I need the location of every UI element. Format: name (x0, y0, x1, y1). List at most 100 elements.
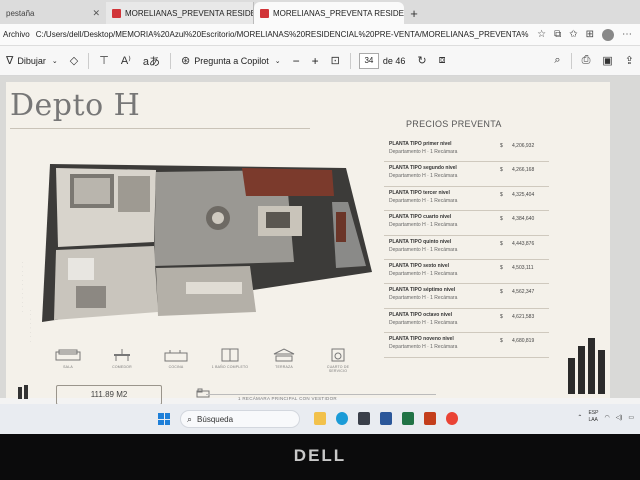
price-level-name: PLANTA TIPO segundo nivel (389, 165, 457, 172)
plus-icon: + (311, 53, 319, 68)
toolbar-divider (169, 52, 171, 69)
pen-icon: ∇ (6, 55, 14, 67)
bedroom-caption: 1 RECÁMARA PRINCIPAL CON VESTIDOR (238, 396, 337, 401)
volume-icon[interactable]: ◁) (616, 414, 623, 421)
eraser-button[interactable]: ◇ (64, 50, 84, 72)
system-tray: ⌃ ESP LAA ◠ ◁) ▭ (577, 410, 634, 424)
amenity-label: COMEDOR (112, 365, 132, 369)
share-icon: ⇪ (624, 55, 634, 67)
split-screen-icon[interactable]: ⧉ (554, 29, 561, 40)
language-indicator[interactable]: ESP LAA (588, 410, 598, 424)
toolbar-divider (570, 52, 572, 69)
price-unit: Departamento H · 1 Recámara (389, 295, 458, 302)
tab-previous[interactable]: pestaña ✕ (0, 2, 106, 24)
pdf-icon (260, 8, 269, 18)
price-level-name: PLANTA TIPO octavo nivel (389, 311, 453, 318)
favorite-star-icon[interactable]: ☆ (537, 29, 546, 40)
pdf-toolbar: ∇ Dibujar ⌄ ◇ ⊤ A⁾ aあ ⊛ Pregunta a Copil… (0, 46, 640, 76)
pdf-viewer[interactable]: Depto H · · · · · · · · · · · · · · · · … (0, 76, 640, 405)
zoom-out-button[interactable]: − (287, 50, 306, 72)
amenity-bathroom: 1 BAÑO COMPLETO (210, 348, 250, 369)
profile-avatar[interactable] (602, 28, 614, 41)
price-value: 4,206,932 (512, 143, 535, 149)
new-tab-button[interactable]: + (404, 2, 424, 24)
divider (206, 394, 436, 395)
battery-icon[interactable]: ▭ (628, 414, 634, 421)
read-aloud-button[interactable]: A⁾ (115, 50, 137, 72)
fit-page-button[interactable]: ⊡ (325, 50, 346, 72)
price-value: 4,621,583 (512, 313, 535, 320)
price-unit: Departamento H · 1 Recámara (389, 344, 458, 351)
floor-plan-image (42, 164, 372, 322)
vertical-caption: · · · · · · · · · · · · (20, 260, 25, 312)
close-icon[interactable]: ✕ (92, 8, 100, 19)
rotate-button[interactable]: ↻ (411, 50, 432, 72)
amenity-dining: COMEDOR (102, 348, 142, 369)
brand-logo (18, 385, 28, 399)
price-value: 4,266,168 (512, 167, 535, 174)
tab-pdf-1[interactable]: MORELIANAS_PREVENTA RESIDEN ✕ (106, 2, 254, 24)
text-box-button[interactable]: ⊤ (93, 50, 115, 72)
draw-label: Dibujar (17, 55, 46, 66)
taskbar-search[interactable]: ⌕ Búsqueda (180, 410, 300, 428)
tab-title: MORELIANAS_PREVENTA RESIDEN (125, 8, 254, 18)
more-options-icon[interactable]: ⋯ (622, 29, 632, 40)
price-list: PLANTA TIPO primer nivel Departamento H … (384, 138, 549, 358)
collections-icon[interactable]: ⊞ (586, 29, 594, 40)
dell-logo: DELL (293, 446, 347, 465)
store-icon[interactable] (358, 412, 370, 425)
amenity-service-room: CUARTO DE SERVICIO (318, 348, 358, 373)
search-placeholder: Búsqueda (197, 414, 234, 424)
chrome-icon[interactable] (446, 412, 458, 425)
address-url[interactable]: C:/Users/dell/Desktop/MEMORIA%20Azul%20E… (36, 30, 529, 39)
page-total: de 46 (382, 55, 406, 66)
price-unit: Departamento H · 1 Recámara (389, 319, 458, 326)
price-value: 4,562,347 (512, 289, 535, 296)
save-button[interactable]: ▣ (596, 50, 618, 72)
keyboard-layout: LAA (588, 417, 598, 423)
price-value: 4,443,876 (512, 240, 535, 247)
page-view-button[interactable]: ⧈ (433, 50, 452, 72)
chevron-up-icon[interactable]: ⌃ (577, 414, 582, 421)
zoom-in-button[interactable]: + (306, 50, 325, 72)
favorites-icon[interactable]: ✩ (569, 29, 577, 40)
acrobat-icon[interactable] (424, 412, 436, 425)
translate-button[interactable]: aあ (137, 50, 166, 72)
prices-heading: PRECIOS PREVENTA (406, 119, 502, 129)
tab-pdf-active[interactable]: MORELIANAS_PREVENTA RESIDE ✕ (254, 2, 404, 24)
price-level-name: PLANTA TIPO cuarto nivel (389, 214, 452, 221)
amenity-kitchen: COCINA (156, 348, 196, 369)
price-value: 4,680,819 (512, 338, 535, 345)
word-icon[interactable] (380, 412, 392, 425)
draw-button[interactable]: ∇ Dibujar ⌄ (0, 50, 64, 72)
copilot-button[interactable]: ⊛ Pregunta a Copilot ⌄ (175, 50, 287, 72)
eraser-icon: ◇ (69, 55, 79, 67)
price-level-name: PLANTA TIPO tercer nivel (389, 189, 450, 196)
print-button[interactable]: ⎙ (576, 50, 597, 72)
amenity-label: COCINA (168, 365, 184, 369)
price-value: 4,503,111 (512, 264, 534, 271)
minus-icon: − (292, 53, 300, 68)
price-currency: $ (500, 240, 503, 247)
bed-icon (196, 388, 210, 398)
price-currency: $ (500, 143, 503, 149)
toolbar-divider (88, 52, 90, 69)
pdf-icon (112, 8, 121, 18)
wifi-icon[interactable]: ◠ (604, 414, 609, 421)
edge-icon[interactable] (336, 412, 348, 425)
save-icon: ▣ (602, 55, 613, 67)
amenity-label: CUARTO DE SERVICIO (326, 365, 350, 373)
price-row: PLANTA TIPO quinto nivel Departamento H … (384, 236, 549, 260)
excel-icon[interactable] (402, 412, 414, 425)
page-number-input[interactable]: 34 (358, 52, 379, 69)
share-button[interactable]: ⇪ (619, 50, 640, 72)
price-unit: Departamento H · 1 Recámara (389, 222, 458, 229)
toolbar-divider (349, 52, 351, 69)
tab-title: MORELIANAS_PREVENTA RESIDE (273, 8, 404, 18)
price-level-name: PLANTA TIPO sexto nivel (389, 262, 450, 269)
file-explorer-icon[interactable] (314, 412, 326, 425)
start-button[interactable] (158, 413, 170, 425)
price-currency: $ (500, 313, 503, 320)
search-button[interactable]: ⌕ (548, 50, 566, 72)
fit-page-icon: ⊡ (330, 55, 340, 67)
